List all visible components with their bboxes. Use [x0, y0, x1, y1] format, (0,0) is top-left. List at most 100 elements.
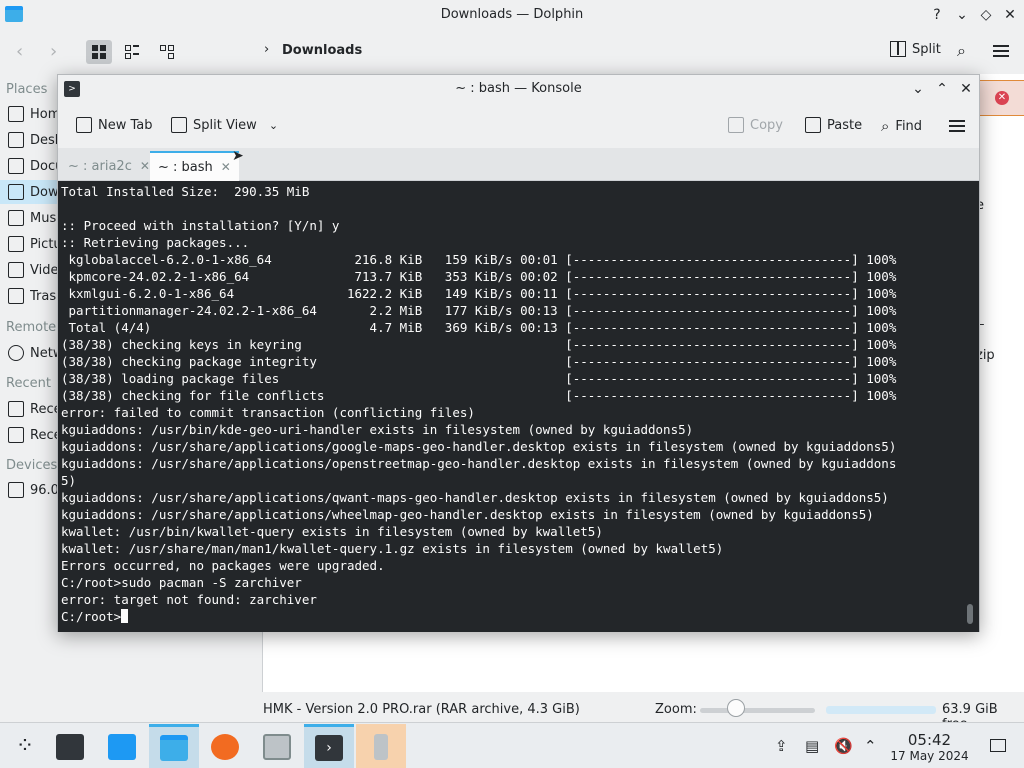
split-button[interactable]: Split: [890, 41, 941, 57]
place-label: Home: [30, 106, 60, 122]
error-icon[interactable]: ✕: [995, 91, 1009, 105]
place-label: Network: [30, 345, 60, 361]
konsole-menu-button[interactable]: [949, 120, 965, 132]
back-arrow-icon[interactable]: ‹: [16, 41, 23, 62]
place-item-videos[interactable]: Videos: [0, 258, 60, 282]
place-label: Recent Files: [30, 401, 60, 417]
kde-launcher-icon: ⁘: [15, 734, 35, 759]
copy-button[interactable]: Copy: [728, 117, 783, 133]
minimize-icon[interactable]: ⌄: [908, 79, 928, 99]
place-item-documents[interactable]: Documents: [0, 154, 60, 178]
place-item-downloads[interactable]: Downloads: [0, 180, 60, 204]
terminal-line: kguiaddons: /usr/share/applications/whee…: [61, 507, 874, 522]
task-archiver[interactable]: [356, 724, 406, 768]
split-view-icon: [171, 117, 187, 133]
terminal-line: 5): [61, 473, 77, 488]
details-view-button[interactable]: [154, 40, 180, 64]
maximize-icon[interactable]: ◇: [976, 5, 996, 25]
firefox-icon: [211, 733, 239, 760]
tab-aria2c[interactable]: ~ : aria2c ✕: [60, 151, 158, 181]
place-item-network[interactable]: Network: [0, 341, 60, 365]
maximize-icon[interactable]: ⌃: [932, 79, 952, 99]
tray-expand-icon[interactable]: ⌃: [864, 737, 877, 755]
hamburger-icon: [993, 45, 1009, 57]
menu-button[interactable]: [993, 45, 1009, 57]
recent-locations-icon: [8, 427, 24, 443]
digital-clock[interactable]: 05:42 17 May 2024: [882, 731, 977, 763]
minimize-icon[interactable]: ⌄: [952, 5, 972, 25]
place-label: Trash: [30, 288, 60, 304]
paste-button[interactable]: Paste: [805, 117, 862, 133]
search-icon[interactable]: ⌕: [957, 41, 966, 61]
updates-icon[interactable]: ⇪: [775, 737, 788, 755]
task-disk-manager[interactable]: [252, 724, 302, 768]
terminal-prompt: C:/root>: [61, 609, 122, 624]
task-firefox[interactable]: [200, 724, 250, 768]
terminal-line: kxmlgui-6.2.0-1-x86_64 1622.2 KiB 149 Ki…: [61, 286, 897, 301]
task-konsole[interactable]: ›: [304, 724, 354, 768]
breadcrumb-chevron-icon: ›: [264, 42, 270, 57]
archive-icon: [374, 733, 388, 760]
task-system-settings[interactable]: [45, 724, 95, 768]
tree-icon: [160, 45, 174, 59]
place-item-pictures[interactable]: Pictures: [0, 232, 60, 256]
terminal-line: (38/38) loading package files [---------…: [61, 371, 897, 386]
copy-icon: [728, 117, 744, 133]
dolphin-toolbar: ‹ › › Downloads Split ⌕: [0, 32, 1024, 72]
show-desktop-icon[interactable]: [990, 739, 1006, 752]
place-item-desktop[interactable]: Desktop: [0, 128, 60, 152]
terminal-cursor: [121, 609, 129, 623]
place-label: Downloads: [30, 184, 60, 200]
compact-view-button[interactable]: [119, 40, 145, 64]
terminal-prompt-line: C:/root>: [61, 608, 896, 625]
new-tab-label: New Tab: [98, 117, 153, 133]
new-tab-button[interactable]: New Tab: [76, 117, 153, 133]
place-item-music[interactable]: Music: [0, 206, 60, 230]
terminal-line: Errors occurred, no packages were upgrad…: [61, 558, 385, 573]
konsole-window: > ~ : bash — Konsole ⌄ ⌃ ✕ New Tab Split…: [57, 74, 980, 632]
terminal-line: kwallet: /usr/share/man/man1/kwallet-que…: [61, 541, 724, 556]
close-tab-icon[interactable]: ✕: [221, 160, 231, 174]
terminal-line: kguiaddons: /usr/bin/kde-geo-uri-handler…: [61, 422, 694, 437]
list-icon: [125, 45, 139, 59]
trash-icon: [8, 288, 24, 304]
terminal-output[interactable]: Total Installed Size: 290.35 MiB:: Proce…: [58, 181, 979, 632]
task-application-launcher[interactable]: ⁘: [0, 724, 50, 768]
place-item-drive[interactable]: 96.0 GiB Hard Drive: [0, 478, 60, 502]
help-icon[interactable]: ?: [927, 5, 947, 25]
terminal-lines: Total Installed Size: 290.35 MiB:: Proce…: [61, 183, 896, 625]
task-dolphin[interactable]: [149, 724, 199, 768]
breadcrumb[interactable]: Downloads: [282, 43, 362, 58]
terminal-line: :: Retrieving packages...: [61, 235, 250, 250]
volume-muted-icon[interactable]: 🔇: [834, 737, 853, 755]
dolphin-titlebar[interactable]: Downloads — Dolphin ? ⌄ ◇ ✕: [0, 0, 1024, 30]
place-item-recent-files[interactable]: Recent Files: [0, 397, 60, 421]
tab-bash[interactable]: ~ : bash ✕: [150, 151, 239, 181]
terminal-scrollbar[interactable]: [967, 604, 973, 624]
task-discover[interactable]: [97, 724, 147, 768]
clipboard-icon[interactable]: ▤: [805, 737, 819, 755]
recent-header: Recent: [6, 376, 51, 391]
devices-header: Devices: [6, 458, 58, 473]
music-icon: [8, 210, 24, 226]
close-icon[interactable]: ✕: [1000, 5, 1020, 25]
zoom-slider[interactable]: [700, 708, 815, 713]
videos-icon: [8, 262, 24, 278]
terminal-line: kpmcore-24.02.2-1-x86_64 713.7 KiB 353 K…: [61, 269, 897, 284]
icons-view-button[interactable]: [86, 40, 112, 64]
desktop-icon: [8, 132, 24, 148]
place-item-recent-locations[interactable]: Recent Locations: [0, 423, 60, 447]
find-button[interactable]: ⌕ Find: [881, 117, 922, 135]
konsole-titlebar[interactable]: > ~ : bash — Konsole ⌄ ⌃ ✕: [58, 75, 979, 103]
hard-disk-icon: [263, 733, 291, 760]
zoom-slider-handle[interactable]: [727, 699, 746, 717]
terminal-line: error: target not found: zarchiver: [61, 592, 317, 607]
place-item-home[interactable]: Home: [0, 102, 60, 126]
terminal-line: error: failed to commit transaction (con…: [61, 405, 475, 420]
close-icon[interactable]: ✕: [956, 79, 976, 99]
split-view-button[interactable]: Split View ⌄: [171, 117, 278, 133]
close-tab-icon[interactable]: ✕: [140, 159, 150, 173]
chevron-down-icon: ⌄: [268, 118, 279, 132]
forward-arrow-icon[interactable]: ›: [50, 41, 57, 62]
place-item-trash[interactable]: Trash: [0, 284, 60, 308]
